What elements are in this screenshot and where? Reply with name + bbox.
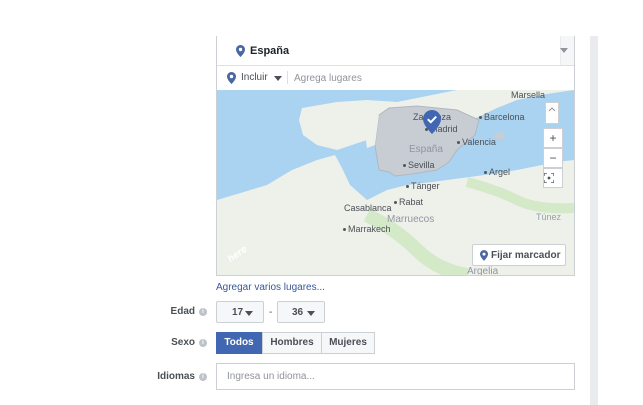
age-min-dropdown[interactable]: 17 xyxy=(216,301,264,323)
add-multiple-places-link[interactable]: Agregar varios lugares... xyxy=(216,282,325,293)
selected-location-row[interactable]: España xyxy=(217,36,574,66)
map-country-label: Marruecos xyxy=(387,214,435,225)
divider xyxy=(287,71,288,84)
map-islands xyxy=(299,263,335,269)
drop-pin-button[interactable]: Fijar marcador xyxy=(472,244,566,266)
gender-label: Sexo xyxy=(171,337,195,348)
map-country-label: Argelia xyxy=(467,266,499,275)
drop-pin-label: Fijar marcador xyxy=(491,250,561,261)
map-city-label: Túnez xyxy=(536,212,562,222)
map-country-label: España xyxy=(409,144,443,155)
gender-option-women[interactable]: Mujeres xyxy=(321,332,375,354)
location-pin-icon xyxy=(480,250,488,261)
map-city-label: Marsella xyxy=(511,90,546,100)
recenter-button[interactable] xyxy=(543,168,563,188)
page-scrollbar[interactable] xyxy=(590,36,598,405)
add-places-input[interactable] xyxy=(294,69,564,87)
map-city-label: Tánger xyxy=(406,181,440,191)
age-max-dropdown[interactable]: 36 xyxy=(277,301,325,323)
map-city-label: Casablanca xyxy=(344,203,392,213)
location-map[interactable]: Marsella Zaragoza Madrid Barcelona Valen… xyxy=(217,90,574,275)
zoom-in-button[interactable]: + xyxy=(543,128,563,148)
age-label: Edad xyxy=(170,306,195,317)
include-places-row: Incluir xyxy=(217,66,574,90)
chevron-down-icon[interactable] xyxy=(560,48,568,53)
selected-location-name: España xyxy=(250,45,290,57)
chevron-down-icon xyxy=(245,311,253,316)
map-selected-pin-icon[interactable] xyxy=(423,110,441,134)
location-list-scrollbar[interactable] xyxy=(560,36,574,65)
age-max-value: 36 xyxy=(292,307,304,318)
chevron-down-icon xyxy=(307,311,315,316)
age-min-value: 17 xyxy=(232,307,244,318)
age-range-separator: - xyxy=(269,307,273,318)
info-icon[interactable]: i xyxy=(199,373,207,381)
location-targeting-box: España Incluir Marsella Zaragoza Madrid … xyxy=(216,36,575,276)
gender-option-all[interactable]: Todos xyxy=(216,332,262,354)
location-pin-icon xyxy=(227,72,236,84)
info-icon[interactable]: i xyxy=(199,308,207,316)
map-city-label: Argel xyxy=(484,167,510,177)
zoom-out-button[interactable]: − xyxy=(543,148,563,168)
languages-label: Idiomas xyxy=(157,371,195,382)
map-scroll-arrow-icon[interactable] xyxy=(545,102,559,124)
language-input[interactable] xyxy=(216,363,575,390)
location-pin-icon xyxy=(236,45,245,57)
map-city-label: Rabat xyxy=(394,197,423,207)
chevron-down-icon[interactable] xyxy=(274,76,282,81)
gender-option-men[interactable]: Hombres xyxy=(262,332,322,354)
map-city-label: Sevilla xyxy=(403,160,435,170)
info-icon[interactable]: i xyxy=(199,339,207,347)
recenter-icon xyxy=(544,173,554,183)
map-city-label: Valencia xyxy=(457,137,496,147)
include-dropdown[interactable]: Incluir xyxy=(241,72,268,83)
map-city-label: Barcelona xyxy=(479,112,525,122)
map-city-label: Marrakech xyxy=(343,224,391,234)
